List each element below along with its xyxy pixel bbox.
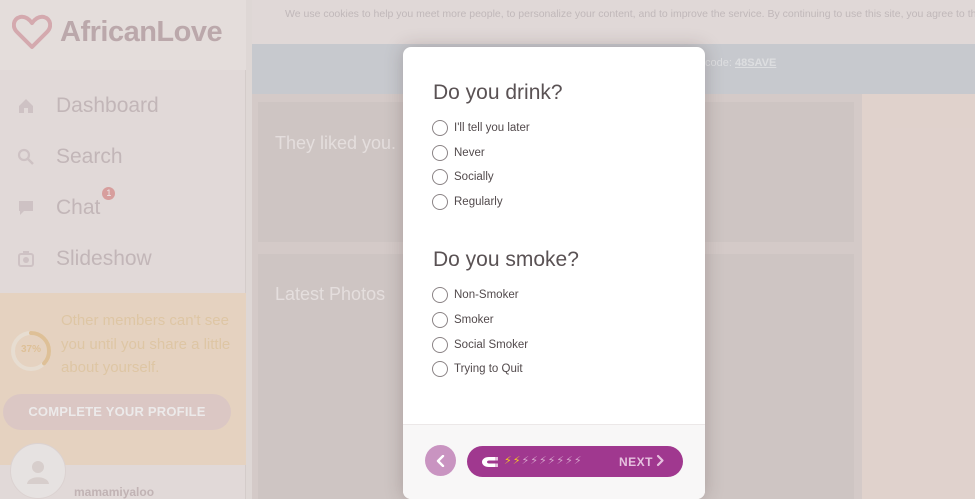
next-button[interactable]: ⚡ ⚡ ⚡ ⚡ ⚡ ⚡ ⚡ ⚡ ⚡ NEXT: [467, 446, 683, 477]
radio-button[interactable]: [432, 287, 448, 303]
bolt-icon: ⚡: [556, 455, 565, 467]
bolt-icon: ⚡: [547, 455, 556, 467]
option-label: Trying to Quit: [454, 363, 523, 375]
bolt-icon: ⚡: [521, 455, 530, 467]
bolt-icon: ⚡: [538, 455, 547, 467]
radio-button[interactable]: [432, 194, 448, 210]
drink-option-socially[interactable]: Socially: [432, 169, 494, 185]
chevron-left-icon: [436, 454, 444, 467]
bolt-icon: ⚡: [565, 455, 573, 467]
modal-footer: ⚡ ⚡ ⚡ ⚡ ⚡ ⚡ ⚡ ⚡ ⚡ NEXT: [403, 425, 705, 499]
radio-button[interactable]: [432, 120, 448, 136]
drink-option-never[interactable]: Never: [432, 145, 485, 161]
profile-question-modal: Do you drink? I'll tell you later Never …: [403, 47, 705, 499]
bolt-icon: ⚡: [504, 455, 512, 467]
smoke-option-smoker[interactable]: Smoker: [432, 312, 494, 328]
chevron-right-icon: [655, 454, 665, 472]
option-label: Never: [454, 147, 485, 159]
option-label: Regularly: [454, 196, 503, 208]
radio-button[interactable]: [432, 145, 448, 161]
smoke-option-trying-to-quit[interactable]: Trying to Quit: [432, 361, 523, 377]
radio-button[interactable]: [432, 169, 448, 185]
option-label: Social Smoker: [454, 339, 529, 351]
radio-button[interactable]: [432, 337, 448, 353]
option-label: I'll tell you later: [454, 122, 530, 134]
next-button-label: NEXT: [619, 455, 654, 469]
smoke-option-social-smoker[interactable]: Social Smoker: [432, 337, 528, 353]
radio-button[interactable]: [432, 361, 448, 377]
back-button[interactable]: [425, 445, 456, 476]
drink-question-title: Do you drink?: [433, 81, 563, 104]
bolt-icon: ⚡: [530, 455, 538, 467]
smoke-option-non-smoker[interactable]: Non-Smoker: [432, 287, 519, 303]
boost-bolts: ⚡ ⚡ ⚡ ⚡ ⚡ ⚡ ⚡ ⚡ ⚡: [504, 456, 582, 467]
option-label: Smoker: [454, 314, 494, 326]
drink-option-later[interactable]: I'll tell you later: [432, 120, 530, 136]
bolt-icon: ⚡: [573, 455, 582, 467]
radio-button[interactable]: [432, 312, 448, 328]
option-label: Non-Smoker: [454, 289, 519, 301]
smoke-question-title: Do you smoke?: [433, 248, 579, 271]
magnet-icon: [481, 455, 499, 469]
bolt-icon: ⚡: [512, 455, 521, 467]
drink-option-regularly[interactable]: Regularly: [432, 194, 503, 210]
option-label: Socially: [454, 171, 494, 183]
